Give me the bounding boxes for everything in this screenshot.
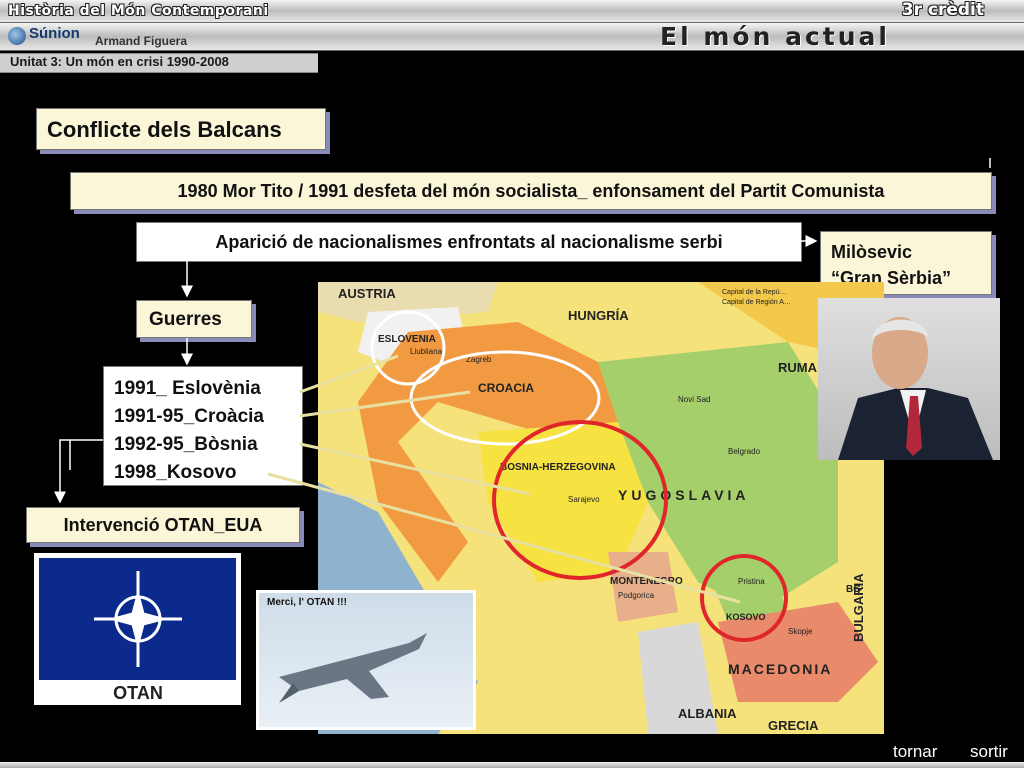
arrow-croacia — [299, 390, 471, 418]
arrow-bosnia — [299, 442, 531, 496]
circle-bosnia — [492, 420, 668, 580]
circle-eslovenia — [370, 310, 446, 386]
bottom-bar — [0, 762, 1024, 768]
connector-list-otan — [54, 439, 103, 504]
circle-croacia — [409, 350, 601, 446]
arrow-kosovo — [267, 472, 741, 604]
exit-link[interactable]: sortir — [970, 742, 1008, 762]
overlay-svg — [54, 158, 991, 642]
back-link[interactable]: tornar — [893, 742, 937, 762]
circle-kosovo — [700, 554, 788, 642]
